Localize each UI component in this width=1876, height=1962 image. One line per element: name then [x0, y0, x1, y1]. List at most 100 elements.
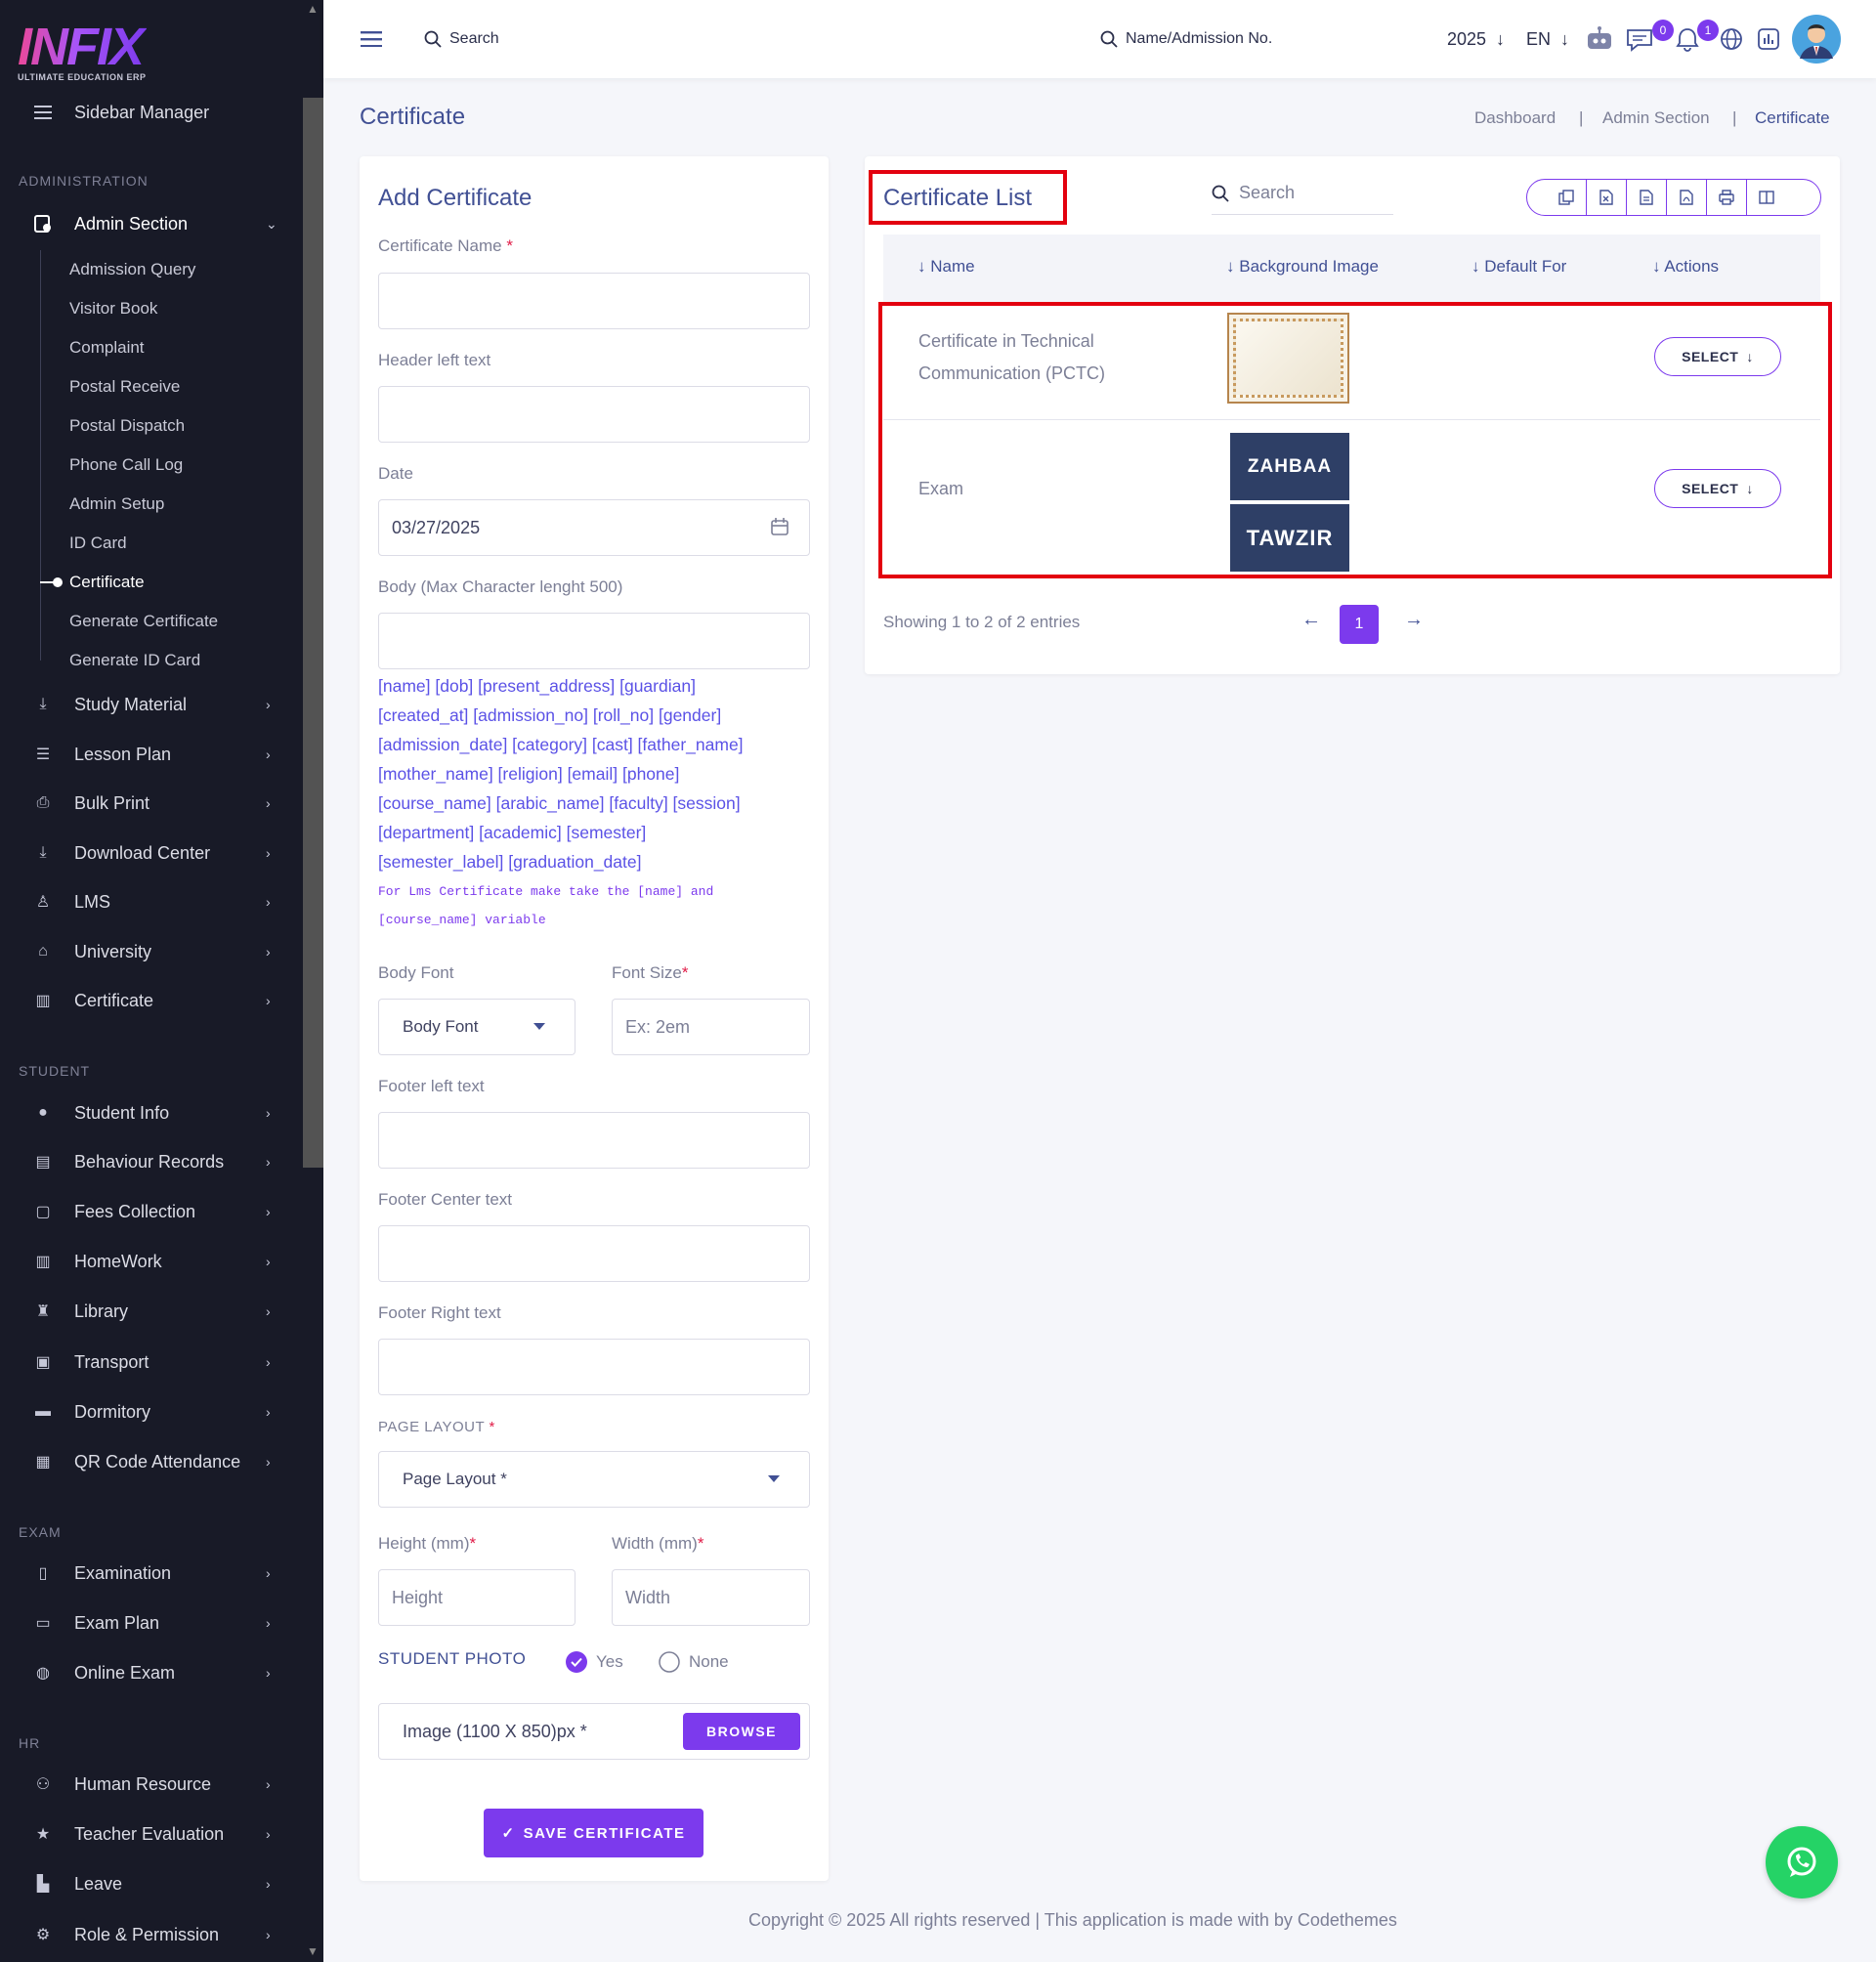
scroll-down-icon[interactable]: ▼: [307, 1944, 319, 1958]
sidebar-item-download-center[interactable]: ⤓ Download Center ›: [0, 833, 293, 873]
sidebar-item-teacher-evaluation[interactable]: ★ Teacher Evaluation ›: [0, 1814, 293, 1854]
copy-icon[interactable]: [1546, 180, 1586, 215]
sidebar-item-dormitory[interactable]: ▬ Dormitory ›: [0, 1392, 293, 1431]
sidebar-item-label: University: [74, 941, 152, 961]
sidebar-item-qr-attendance[interactable]: ▦ QR Code Attendance ›: [0, 1442, 293, 1481]
sub-item-complaint[interactable]: Complaint: [69, 338, 145, 358]
footer-center-input[interactable]: [378, 1225, 810, 1282]
search-icon: [424, 30, 442, 48]
sidebar-item-behaviour-records[interactable]: ▤ Behaviour Records ›: [0, 1142, 293, 1181]
save-certificate-button[interactable]: ✓ SAVE CERTIFICATE: [484, 1809, 704, 1857]
sidebar-item-lesson-plan[interactable]: ☰ Lesson Plan ›: [0, 735, 293, 774]
hamburger-icon[interactable]: [361, 0, 382, 78]
column-header-background-image[interactable]: ↓ Background Image: [1226, 257, 1379, 277]
calendar-icon[interactable]: [770, 517, 789, 536]
footer-left-input[interactable]: [378, 1112, 810, 1169]
page-layout-label: PAGE LAYOUT *: [378, 1419, 495, 1435]
arrow-left-icon[interactable]: ←: [1301, 609, 1321, 631]
height-input[interactable]: Height: [378, 1569, 576, 1626]
arrow-down-icon: ↓: [1471, 257, 1480, 276]
browse-button[interactable]: BROWSE: [683, 1713, 800, 1750]
sidebar-manager[interactable]: Sidebar Manager: [0, 93, 293, 132]
year-select[interactable]: 2025 ↓: [1447, 0, 1505, 78]
photo-yes-radio[interactable]: Yes: [566, 1651, 623, 1673]
sidebar-item-student-info[interactable]: ● Student Info ›: [0, 1093, 293, 1132]
breadcrumb-dashboard[interactable]: Dashboard: [1474, 108, 1556, 128]
menu-search[interactable]: Search: [424, 0, 499, 78]
sidebar-item-leave[interactable]: ▙ Leave ›: [0, 1864, 293, 1903]
sidebar-item-homework[interactable]: ▥ HomeWork ›: [0, 1242, 293, 1281]
sidebar-item-admin-section[interactable]: Admin Section ⌄: [0, 204, 293, 243]
body-font-select[interactable]: Body Font: [378, 999, 576, 1055]
sidebar-item-label: LMS: [74, 891, 111, 912]
brand-logo[interactable]: INFIX ULTIMATE EDUCATION ERP: [18, 21, 147, 82]
sub-item-visitor-book[interactable]: Visitor Book: [69, 299, 157, 319]
column-header-default-for[interactable]: ↓ Default For: [1471, 257, 1566, 277]
analytics-icon[interactable]: [1756, 0, 1781, 78]
sub-item-phone-call-log[interactable]: Phone Call Log: [69, 455, 183, 475]
column-header-name[interactable]: ↓ Name: [917, 257, 975, 277]
sub-item-admin-setup[interactable]: Admin Setup: [69, 494, 164, 514]
globe-icon[interactable]: [1719, 0, 1744, 78]
body-textarea[interactable]: [378, 613, 810, 669]
csv-icon[interactable]: [1626, 180, 1666, 215]
sub-item-admission-query[interactable]: Admission Query: [69, 260, 195, 279]
pagination-info: Showing 1 to 2 of 2 entries: [883, 613, 1081, 631]
student-search[interactable]: Name/Admission No.: [1100, 0, 1272, 78]
user-avatar[interactable]: [1791, 0, 1842, 78]
chatbot-icon[interactable]: [1584, 0, 1615, 78]
sub-item-certificate[interactable]: Certificate: [69, 573, 145, 592]
page-layout-value: Page Layout *: [403, 1470, 507, 1488]
footer-right-input[interactable]: [378, 1339, 810, 1395]
width-input[interactable]: Width: [612, 1569, 810, 1626]
lms-note: For Lms Certificate make take the [name]…: [378, 884, 714, 899]
sub-item-id-card[interactable]: ID Card: [69, 533, 127, 553]
sub-item-postal-dispatch[interactable]: Postal Dispatch: [69, 416, 185, 436]
sidebar-scrollbar-thumb[interactable]: [303, 98, 323, 1168]
sidebar-item-exam-plan[interactable]: ▭ Exam Plan ›: [0, 1603, 293, 1642]
header-left-input[interactable]: [378, 386, 810, 443]
sidebar-item-human-resource[interactable]: ⚇ Human Resource ›: [0, 1765, 293, 1804]
sidebar-item-examination[interactable]: ▯ Examination ›: [0, 1554, 293, 1593]
arrow-right-icon[interactable]: →: [1404, 609, 1424, 631]
columns-icon[interactable]: [1746, 180, 1786, 215]
body-font-value: Body Font: [403, 1017, 479, 1036]
sidebar-item-lms[interactable]: ♙ LMS ›: [0, 882, 293, 921]
whatsapp-button[interactable]: [1766, 1826, 1838, 1898]
section-hr: HR: [19, 1735, 41, 1751]
photo-none-radio[interactable]: None: [659, 1651, 729, 1673]
font-size-input[interactable]: Ex: 2em: [612, 999, 810, 1055]
sub-item-postal-receive[interactable]: Postal Receive: [69, 377, 180, 397]
language-select[interactable]: EN ↓: [1526, 0, 1569, 78]
sidebar-item-transport[interactable]: ▣ Transport ›: [0, 1343, 293, 1382]
pdf-icon[interactable]: [1666, 180, 1706, 215]
print-icon[interactable]: [1706, 180, 1746, 215]
date-input[interactable]: 03/27/2025: [378, 499, 810, 556]
breadcrumb-admin-section[interactable]: Admin Section: [1602, 108, 1710, 128]
certificate-name-input[interactable]: [378, 273, 810, 329]
scroll-up-icon[interactable]: ▲: [307, 2, 319, 16]
sidebar-item-certificate[interactable]: ▥ Certificate ›: [0, 981, 293, 1020]
messages-icon[interactable]: [1625, 0, 1654, 78]
sidebar-item-online-exam[interactable]: ◍ Online Exam ›: [0, 1653, 293, 1692]
sub-item-generate-certificate[interactable]: Generate Certificate: [69, 612, 218, 631]
sidebar-item-role-permission[interactable]: ⚙ Role & Permission ›: [0, 1915, 293, 1954]
excel-icon[interactable]: [1586, 180, 1626, 215]
column-header-actions[interactable]: ↓ Actions: [1652, 257, 1719, 277]
users-icon: ⚇: [35, 1776, 51, 1793]
sidebar-item-bulk-print[interactable]: ⎙ Bulk Print ›: [0, 784, 293, 823]
page-layout-select[interactable]: Page Layout *: [378, 1451, 810, 1508]
sidebar-item-fees-collection[interactable]: ▢ Fees Collection ›: [0, 1192, 293, 1231]
page-button-1[interactable]: 1: [1340, 605, 1379, 644]
bell-icon[interactable]: [1674, 0, 1701, 78]
book-icon: ▥: [35, 993, 51, 1009]
sidebar-item-library[interactable]: ♜ Library ›: [0, 1292, 293, 1331]
library-icon: ♜: [35, 1303, 51, 1320]
font-size-label: Font Size*: [612, 963, 689, 982]
image-upload-field[interactable]: Image (1100 X 850)px * BROWSE: [378, 1703, 810, 1760]
list-search-input[interactable]: Search: [1212, 174, 1393, 215]
student-icon: ●: [38, 1104, 48, 1121]
sidebar-item-university[interactable]: ⌂ University ›: [0, 932, 293, 971]
sub-item-generate-id-card[interactable]: Generate ID Card: [69, 651, 200, 670]
sidebar-item-study-material[interactable]: ⤓ Study Material ›: [0, 685, 293, 724]
